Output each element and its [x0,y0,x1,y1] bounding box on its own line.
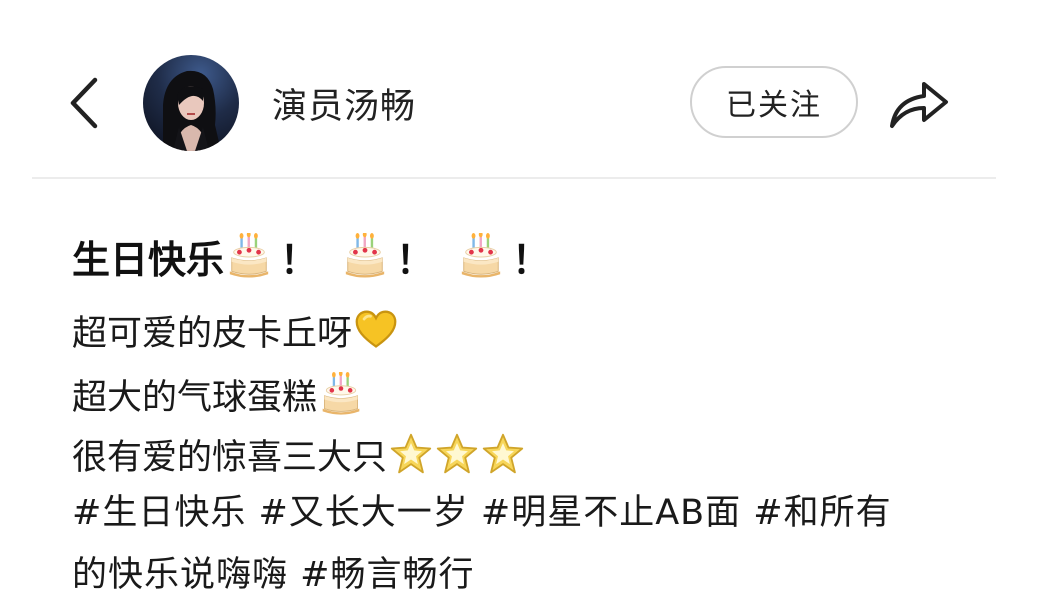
avatar[interactable] [143,55,239,151]
glowing-star-emoji [435,432,479,476]
post-title: 生日快乐 [72,237,225,282]
chevron-left-icon [70,77,98,129]
yellow-heart-emoji [354,308,398,352]
header-divider [32,177,996,179]
post-line: 超可爱的皮卡丘呀 [72,302,398,358]
back-button[interactable] [62,72,108,134]
glowing-star-emoji [481,432,525,476]
glowing-star-emoji [389,432,433,476]
exclamation: ！ [396,237,435,282]
post-title-line: 生日快乐 ！ ！ ！ [72,226,572,286]
share-button[interactable] [886,72,952,132]
post-header: 演员汤畅 已关注 [0,0,1037,178]
share-arrow-icon [890,82,948,128]
birthday-cake-emoji [342,233,388,279]
post-line: 很有爱的惊喜三大只 [72,426,525,482]
post-line-text: 超大的气球蛋糕 [72,377,318,418]
exclamation: ！ [512,237,551,282]
exclamation: ！ [280,237,319,282]
follow-button[interactable]: 已关注 [690,66,858,138]
hashtag-line[interactable]: 的快乐说嗨嗨 #畅言畅行 [72,546,474,597]
birthday-cake-emoji [458,233,504,279]
post-line-text: 很有爱的惊喜三大只 [72,437,388,478]
hashtag-line[interactable]: #生日快乐 #又长大一岁 #明星不止AB面 #和所有 [72,484,892,535]
birthday-cake-emoji [226,233,272,279]
birthday-cake-emoji [319,372,363,416]
post-line: 超大的气球蛋糕 [72,366,363,422]
post-line-text: 超可爱的皮卡丘呀 [72,313,353,354]
avatar-image [163,70,221,151]
username[interactable]: 演员汤畅 [272,78,416,129]
